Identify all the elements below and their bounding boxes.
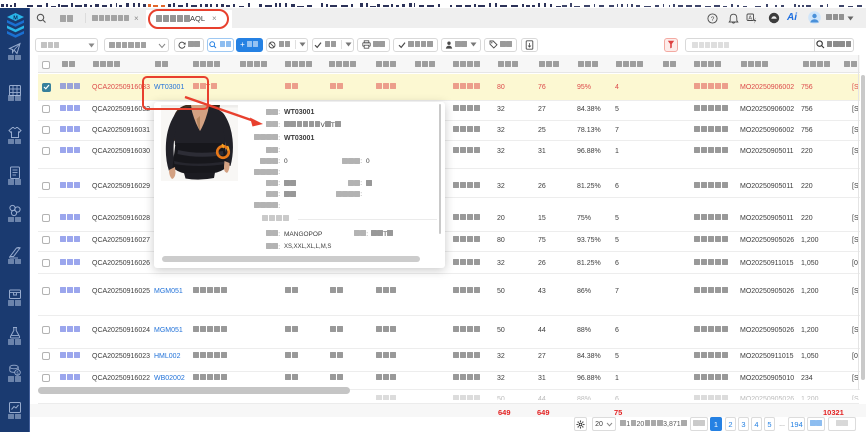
svg-text:?: ? [711, 15, 715, 22]
svg-text:M: M [13, 15, 18, 21]
svg-text:A: A [748, 15, 752, 21]
